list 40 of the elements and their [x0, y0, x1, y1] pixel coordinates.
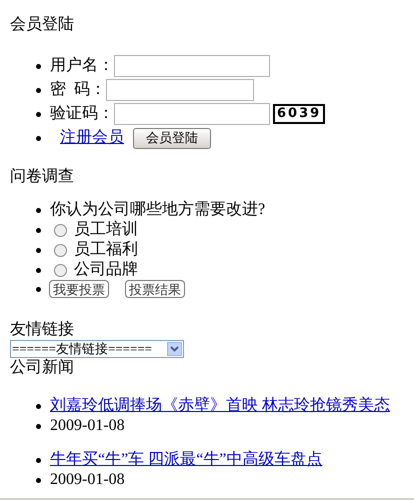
- survey-button[interactable]: 投票结果: [125, 280, 185, 298]
- radio-button[interactable]: [54, 224, 67, 236]
- field-label: 密 码：: [50, 80, 106, 100]
- links-select[interactable]: ======友情链接======: [10, 340, 184, 358]
- bullet-icon: [36, 88, 41, 92]
- section-title: 会员登陆: [10, 14, 75, 35]
- news-date: 2009-01-08: [50, 470, 125, 490]
- captcha-image: 6039: [273, 104, 326, 124]
- survey-button[interactable]: 我要投票: [49, 280, 109, 298]
- input-field[interactable]: [106, 79, 254, 101]
- bullet-icon: [36, 478, 41, 482]
- section-title: 友情链接: [10, 320, 75, 340]
- bullet-icon: [36, 136, 41, 140]
- section-title: 公司新闻: [10, 358, 75, 378]
- news-link[interactable]: 牛年买“牛”车 四派最“牛”中高级车盘点: [50, 450, 322, 470]
- section-title: 问卷调查: [10, 166, 75, 187]
- option-label: 公司品牌: [74, 260, 138, 280]
- option-label: 员工培训: [74, 220, 138, 240]
- input-field[interactable]: [114, 103, 270, 125]
- bullet-icon: [36, 458, 41, 462]
- bullet-icon: [36, 208, 41, 212]
- news-date: 2009-01-08: [50, 416, 125, 436]
- field-label: 用户名：: [50, 56, 114, 76]
- input-field[interactable]: [114, 55, 270, 77]
- bullet-icon: [36, 64, 41, 68]
- bullet-icon: [36, 248, 41, 252]
- radio-button[interactable]: [54, 264, 67, 276]
- field-label: 验证码：: [50, 104, 114, 124]
- bullet-icon: [36, 286, 41, 292]
- bullet-icon: [36, 268, 41, 272]
- radio-button[interactable]: [54, 244, 67, 256]
- option-label: 员工福利: [74, 240, 138, 260]
- bullet-icon: [36, 404, 41, 408]
- bullet-icon: [36, 424, 41, 428]
- news-link[interactable]: 刘嘉玲低调捧场《赤壁》首映 林志玲抢镜秀美态: [50, 396, 390, 416]
- bullet-icon: [36, 112, 41, 116]
- login-button[interactable]: 会员登陆: [133, 128, 211, 148]
- register-link[interactable]: 注册会员: [60, 126, 124, 150]
- survey-question: 你认为公司哪些地方需要改进?: [50, 200, 266, 220]
- bullet-icon: [36, 228, 41, 232]
